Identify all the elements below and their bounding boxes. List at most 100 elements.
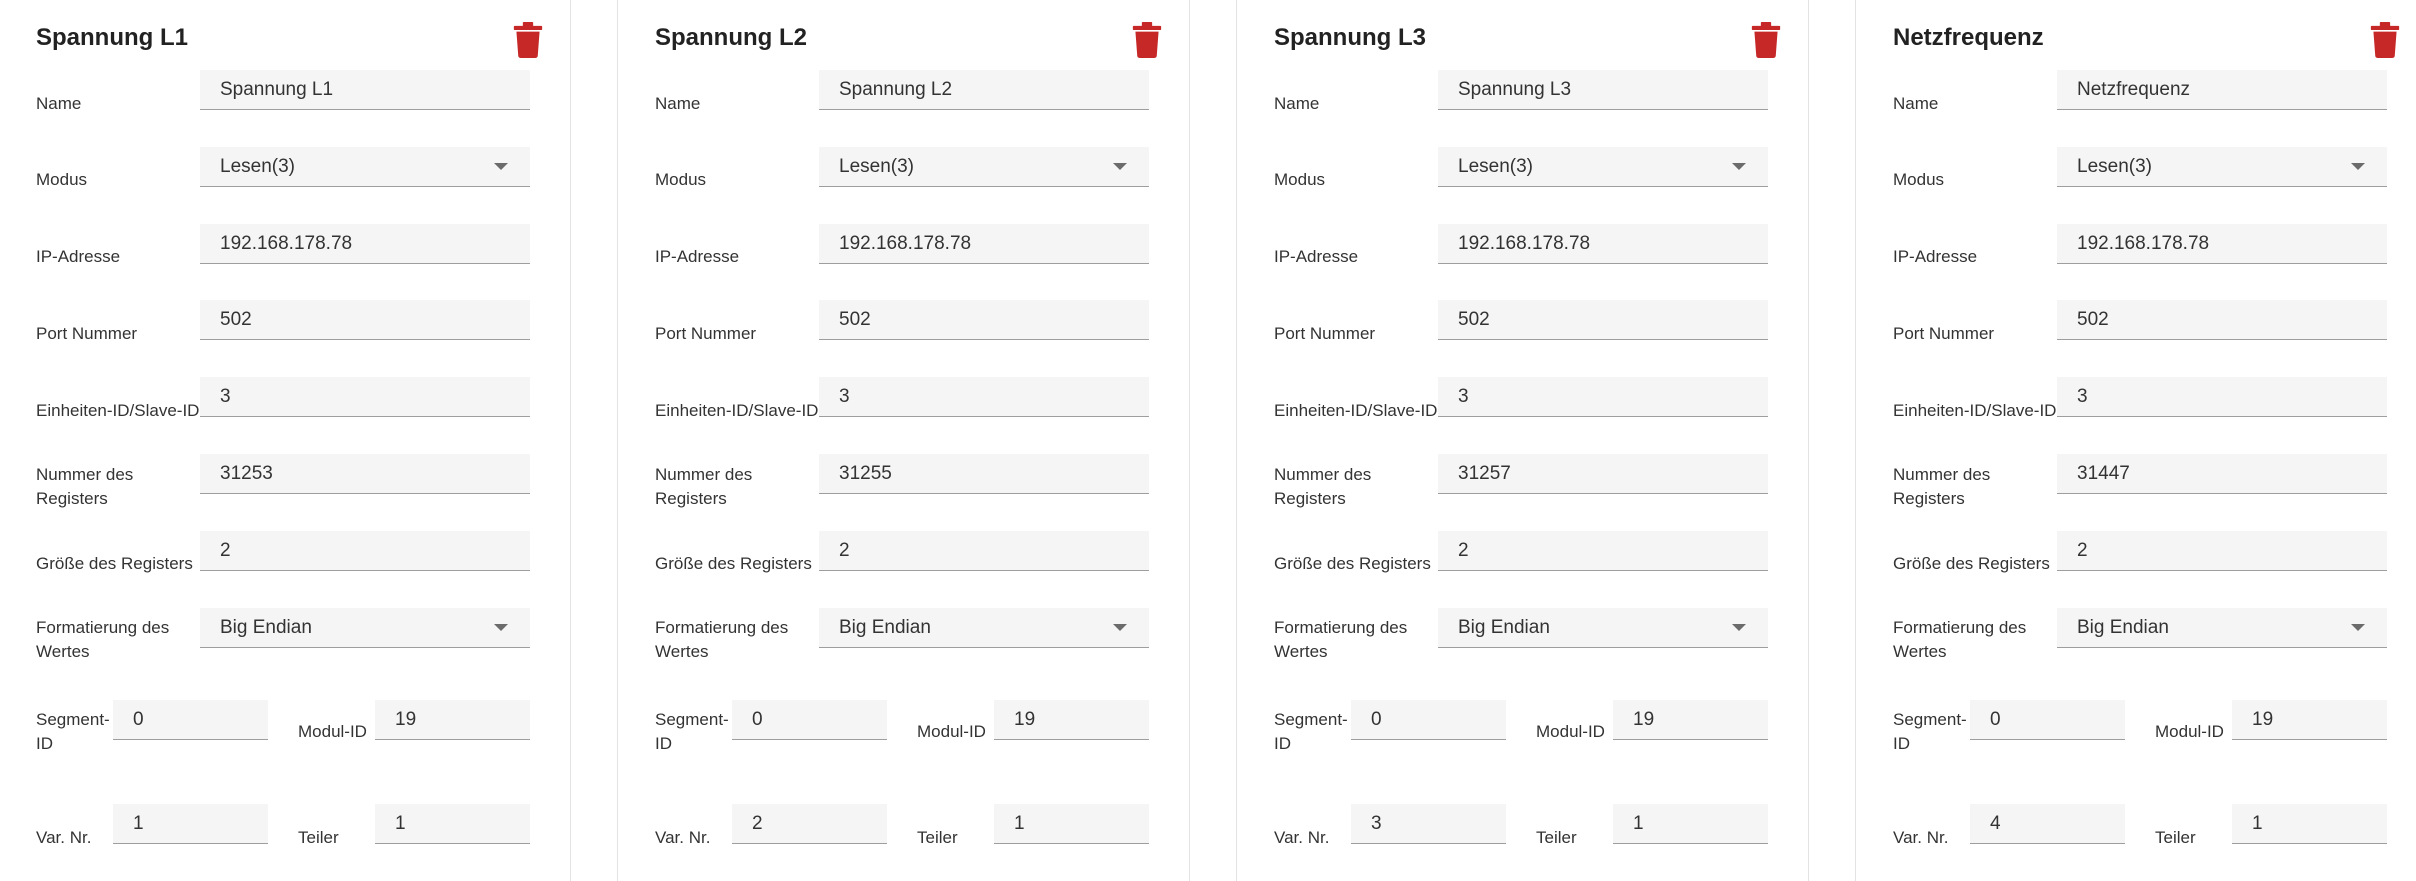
var-nr-input[interactable]: 4 xyxy=(1970,804,2125,844)
unit-id-label: Einheiten-ID/Slave-ID xyxy=(36,401,200,420)
card-title: Spannung L1 xyxy=(36,24,188,51)
name-input[interactable]: Spannung L1 xyxy=(200,70,530,110)
format-value: Big Endian xyxy=(2077,617,2169,638)
divider-value: 1 xyxy=(1014,813,1025,834)
register-number-label-line2: Registers xyxy=(1274,489,1346,508)
module-id-input[interactable]: 19 xyxy=(2232,700,2387,740)
port-value: 502 xyxy=(839,309,871,330)
register-size-input[interactable]: 2 xyxy=(2057,531,2387,571)
trash-icon[interactable] xyxy=(512,22,544,58)
ip-value: 192.168.178.78 xyxy=(2077,233,2210,254)
segment-id-label-line1: Segment- xyxy=(655,710,729,729)
unit-id-input[interactable]: 3 xyxy=(819,377,1149,417)
trash-body xyxy=(516,31,540,58)
unit-id-input[interactable]: 3 xyxy=(1438,377,1768,417)
chevron-down-icon xyxy=(494,624,508,631)
trash-icon[interactable] xyxy=(1750,22,1782,58)
unit-id-input[interactable]: 3 xyxy=(200,377,530,417)
format-label-line1: Formatierung des xyxy=(655,618,789,637)
mode-select[interactable]: Lesen(3) xyxy=(2057,147,2387,187)
mode-label: Modus xyxy=(1893,170,1945,189)
register-number-input[interactable]: 31447 xyxy=(2057,454,2387,494)
format-label: Formatierung des Wertes xyxy=(1893,616,2026,664)
format-select[interactable]: Big Endian xyxy=(1438,608,1768,648)
trash-body xyxy=(2373,31,2397,58)
port-input[interactable]: 502 xyxy=(200,300,530,340)
name-input[interactable]: Netzfrequenz xyxy=(2057,70,2387,110)
mode-value: Lesen(3) xyxy=(839,156,914,177)
module-id-label: Modul-ID xyxy=(1536,722,1605,741)
card-title: Spannung L2 xyxy=(655,24,807,51)
format-select[interactable]: Big Endian xyxy=(819,608,1149,648)
var-nr-input[interactable]: 2 xyxy=(732,804,887,844)
ip-value: 192.168.178.78 xyxy=(220,233,353,254)
trash-handle xyxy=(522,22,534,27)
module-id-label: Modul-ID xyxy=(2155,722,2224,741)
register-number-input[interactable]: 31255 xyxy=(819,454,1149,494)
register-number-input[interactable]: 31257 xyxy=(1438,454,1768,494)
format-label-line1: Formatierung des xyxy=(1274,618,1408,637)
ip-input[interactable]: 192.168.178.78 xyxy=(819,224,1149,264)
name-input[interactable]: Spannung L3 xyxy=(1438,70,1768,110)
name-label: Name xyxy=(36,94,82,113)
chevron-down-icon xyxy=(2351,624,2365,631)
port-value: 502 xyxy=(2077,309,2109,330)
mode-label: Modus xyxy=(36,170,88,189)
mode-label: Modus xyxy=(655,170,707,189)
register-number-input[interactable]: 31253 xyxy=(200,454,530,494)
mode-select[interactable]: Lesen(3) xyxy=(200,147,530,187)
name-value: Spannung L2 xyxy=(839,79,953,100)
module-id-input[interactable]: 19 xyxy=(994,700,1149,740)
unit-id-label: Einheiten-ID/Slave-ID xyxy=(655,401,819,420)
format-select[interactable]: Big Endian xyxy=(2057,608,2387,648)
trash-icon[interactable] xyxy=(2369,22,2401,58)
segment-id-value: 0 xyxy=(1371,709,1382,730)
divider-input[interactable]: 1 xyxy=(375,804,530,844)
card-divider xyxy=(1236,0,1237,881)
register-number-label: Nummer des Registers xyxy=(36,463,133,511)
var-nr-label: Var. Nr. xyxy=(1893,828,1949,847)
register-size-input[interactable]: 2 xyxy=(200,531,530,571)
port-input[interactable]: 502 xyxy=(819,300,1149,340)
segment-id-input[interactable]: 0 xyxy=(732,700,887,740)
module-id-input[interactable]: 19 xyxy=(1613,700,1768,740)
var-nr-input[interactable]: 1 xyxy=(113,804,268,844)
register-number-value: 31257 xyxy=(1458,463,1511,484)
port-input[interactable]: 502 xyxy=(2057,300,2387,340)
segment-id-label: Segment- ID xyxy=(655,708,729,756)
segment-id-value: 0 xyxy=(133,709,144,730)
segment-id-input[interactable]: 0 xyxy=(113,700,268,740)
format-label-line1: Formatierung des xyxy=(1893,618,2027,637)
chevron-down-icon xyxy=(1113,163,1127,170)
module-id-label: Modul-ID xyxy=(917,722,986,741)
register-number-label: Nummer des Registers xyxy=(1274,463,1371,511)
mode-select[interactable]: Lesen(3) xyxy=(1438,147,1768,187)
segment-id-input[interactable]: 0 xyxy=(1351,700,1506,740)
port-input[interactable]: 502 xyxy=(1438,300,1768,340)
mode-value: Lesen(3) xyxy=(2077,156,2152,177)
register-size-input[interactable]: 2 xyxy=(1438,531,1768,571)
ip-input[interactable]: 192.168.178.78 xyxy=(2057,224,2387,264)
module-id-value: 19 xyxy=(2252,709,2274,730)
card-divider xyxy=(617,0,618,881)
register-card: Netzfrequenz Name Netzfrequenz Modus Les… xyxy=(1857,0,2416,881)
ip-input[interactable]: 192.168.178.78 xyxy=(200,224,530,264)
var-nr-input[interactable]: 3 xyxy=(1351,804,1506,844)
trash-icon[interactable] xyxy=(1131,22,1163,58)
module-id-input[interactable]: 19 xyxy=(375,700,530,740)
divider-value: 1 xyxy=(395,813,406,834)
register-size-input[interactable]: 2 xyxy=(819,531,1149,571)
format-select[interactable]: Big Endian xyxy=(200,608,530,648)
mode-select[interactable]: Lesen(3) xyxy=(819,147,1149,187)
divider-input[interactable]: 1 xyxy=(994,804,1149,844)
ip-input[interactable]: 192.168.178.78 xyxy=(1438,224,1768,264)
unit-id-input[interactable]: 3 xyxy=(2057,377,2387,417)
register-number-value: 31447 xyxy=(2077,463,2130,484)
name-input[interactable]: Spannung L2 xyxy=(819,70,1149,110)
register-card: Spannung L2 Name Spannung L2 Modus Lesen… xyxy=(619,0,1193,881)
module-id-value: 19 xyxy=(1633,709,1655,730)
divider-input[interactable]: 1 xyxy=(2232,804,2387,844)
divider-input[interactable]: 1 xyxy=(1613,804,1768,844)
segment-id-input[interactable]: 0 xyxy=(1970,700,2125,740)
trash-handle xyxy=(1141,22,1153,27)
